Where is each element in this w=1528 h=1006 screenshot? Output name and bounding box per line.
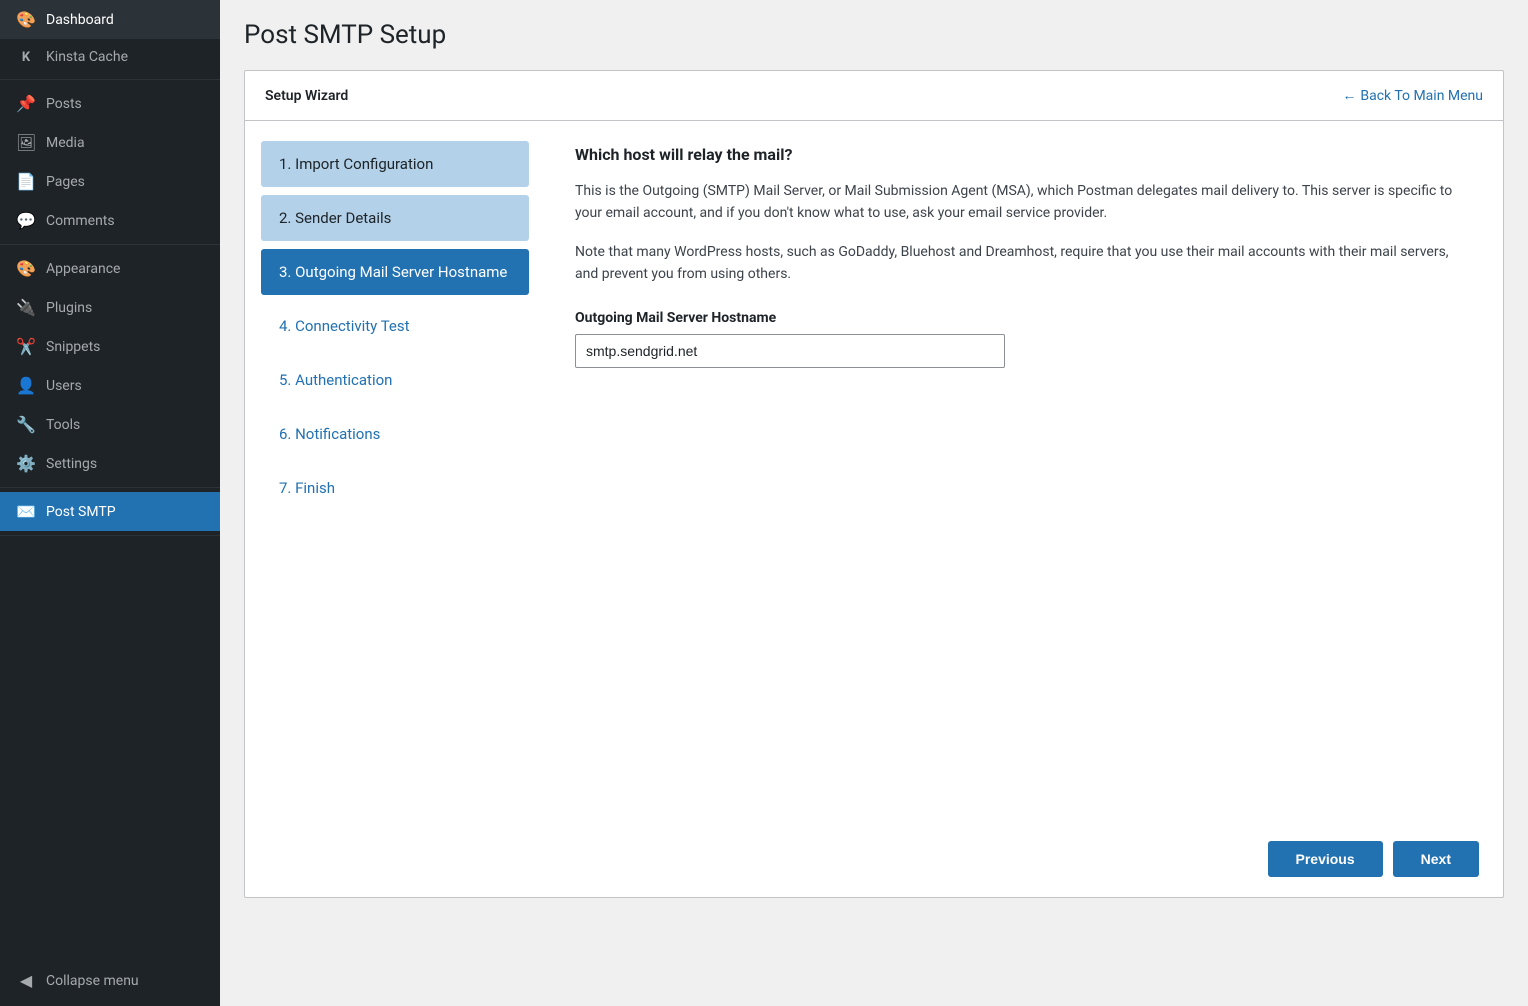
back-to-main-menu-link[interactable]: ← Back To Main Menu	[1342, 87, 1483, 104]
appearance-icon: 🎨	[16, 259, 36, 278]
step-3-label: Outgoing Mail Server Hostname	[295, 263, 507, 281]
sidebar-item-label: Snippets	[46, 339, 100, 355]
step-5[interactable]: 5. Authentication	[261, 357, 529, 403]
posts-icon: 📌	[16, 94, 36, 113]
sidebar-item-comments[interactable]: 💬 Comments	[0, 201, 220, 240]
sidebar-item-label: Settings	[46, 456, 97, 472]
content-column: Which host will relay the mail? This is …	[545, 121, 1503, 821]
back-arrow-icon: ←	[1342, 87, 1356, 104]
back-link-label: Back To Main Menu	[1360, 88, 1483, 104]
step-7-number: 7.	[279, 479, 295, 497]
sidebar-item-kinsta-cache[interactable]: K Kinsta Cache	[0, 39, 220, 75]
step-5-label: Authentication	[295, 371, 392, 389]
step-5-number: 5.	[279, 371, 295, 389]
step-3[interactable]: 3. Outgoing Mail Server Hostname	[261, 249, 529, 295]
content-question: Which host will relay the mail?	[575, 145, 1473, 164]
sidebar-item-posts[interactable]: 📌 Posts	[0, 84, 220, 123]
step-2-number: 2.	[279, 209, 295, 227]
post-smtp-icon: ✉️	[16, 502, 36, 521]
sidebar-item-media[interactable]: 🖼 Media	[0, 123, 220, 162]
sidebar-item-label: Posts	[46, 96, 82, 112]
step-1-number: 1.	[279, 155, 295, 173]
step-1[interactable]: 1. Import Configuration	[261, 141, 529, 187]
next-button[interactable]: Next	[1393, 841, 1479, 877]
page-title: Post SMTP Setup	[244, 20, 1504, 50]
step-2[interactable]: 2. Sender Details	[261, 195, 529, 241]
main-content: Post SMTP Setup Setup Wizard ← Back To M…	[220, 0, 1528, 1006]
step-4-label: Connectivity Test	[295, 317, 409, 335]
snippets-icon: ✂️	[16, 337, 36, 356]
sidebar-item-label: Users	[46, 378, 82, 394]
setup-wizard-card: Setup Wizard ← Back To Main Menu 1. Impo…	[244, 70, 1504, 898]
step-4[interactable]: 4. Connectivity Test	[261, 303, 529, 349]
sidebar-item-plugins[interactable]: 🔌 Plugins	[0, 288, 220, 327]
step-6-label: Notifications	[295, 425, 380, 443]
sidebar-item-post-smtp[interactable]: ✉️ Post SMTP	[0, 492, 220, 531]
sidebar-divider	[0, 79, 220, 80]
previous-button[interactable]: Previous	[1268, 841, 1383, 877]
users-icon: 👤	[16, 376, 36, 395]
content-description: This is the Outgoing (SMTP) Mail Server,…	[575, 180, 1473, 225]
step-7[interactable]: 7. Finish	[261, 465, 529, 511]
sidebar-item-label: Dashboard	[46, 12, 114, 28]
tools-icon: 🔧	[16, 415, 36, 434]
step-6-number: 6.	[279, 425, 295, 443]
step-1-label: Import Configuration	[295, 155, 433, 173]
sidebar: 🎨 Dashboard K Kinsta Cache 📌 Posts 🖼 Med…	[0, 0, 220, 1006]
sidebar-collapse-label: Collapse menu	[46, 973, 139, 989]
card-header-title: Setup Wizard	[265, 88, 348, 104]
steps-column: 1. Import Configuration 2. Sender Detail…	[245, 121, 545, 821]
sidebar-item-appearance[interactable]: 🎨 Appearance	[0, 249, 220, 288]
card-body: 1. Import Configuration 2. Sender Detail…	[245, 121, 1503, 821]
sidebar-item-label: Tools	[46, 417, 80, 433]
step-6[interactable]: 6. Notifications	[261, 411, 529, 457]
sidebar-item-users[interactable]: 👤 Users	[0, 366, 220, 405]
sidebar-divider-2	[0, 244, 220, 245]
sidebar-item-dashboard[interactable]: 🎨 Dashboard	[0, 0, 220, 39]
sidebar-item-label: Comments	[46, 213, 115, 229]
pages-icon: 📄	[16, 172, 36, 191]
step-3-number: 3.	[279, 263, 295, 281]
sidebar-item-label: Appearance	[46, 261, 120, 277]
settings-icon: ⚙️	[16, 454, 36, 473]
step-2-label: Sender Details	[295, 209, 391, 227]
sidebar-item-label: Post SMTP	[46, 504, 116, 520]
collapse-icon: ◀	[16, 971, 36, 990]
sidebar-item-label: Pages	[46, 174, 85, 190]
sidebar-item-label: Plugins	[46, 300, 92, 316]
sidebar-divider-4	[0, 535, 220, 536]
sidebar-divider-3	[0, 487, 220, 488]
sidebar-item-snippets[interactable]: ✂️ Snippets	[0, 327, 220, 366]
sidebar-item-label: Kinsta Cache	[46, 49, 128, 65]
step-4-number: 4.	[279, 317, 295, 335]
content-note: Note that many WordPress hosts, such as …	[575, 241, 1473, 286]
sidebar-item-tools[interactable]: 🔧 Tools	[0, 405, 220, 444]
sidebar-item-label: Media	[46, 135, 85, 151]
card-header: Setup Wizard ← Back To Main Menu	[245, 71, 1503, 121]
sidebar-collapse[interactable]: ◀ Collapse menu	[0, 961, 220, 1006]
sidebar-item-settings[interactable]: ⚙️ Settings	[0, 444, 220, 483]
step-7-label: Finish	[295, 479, 335, 497]
field-label: Outgoing Mail Server Hostname	[575, 310, 1473, 326]
sidebar-item-pages[interactable]: 📄 Pages	[0, 162, 220, 201]
kinsta-icon: K	[16, 50, 36, 65]
comments-icon: 💬	[16, 211, 36, 230]
outgoing-mail-server-input[interactable]	[575, 334, 1005, 368]
card-footer: Previous Next	[245, 821, 1503, 897]
media-icon: 🖼	[16, 133, 36, 152]
plugins-icon: 🔌	[16, 298, 36, 317]
dashboard-icon: 🎨	[16, 10, 36, 29]
